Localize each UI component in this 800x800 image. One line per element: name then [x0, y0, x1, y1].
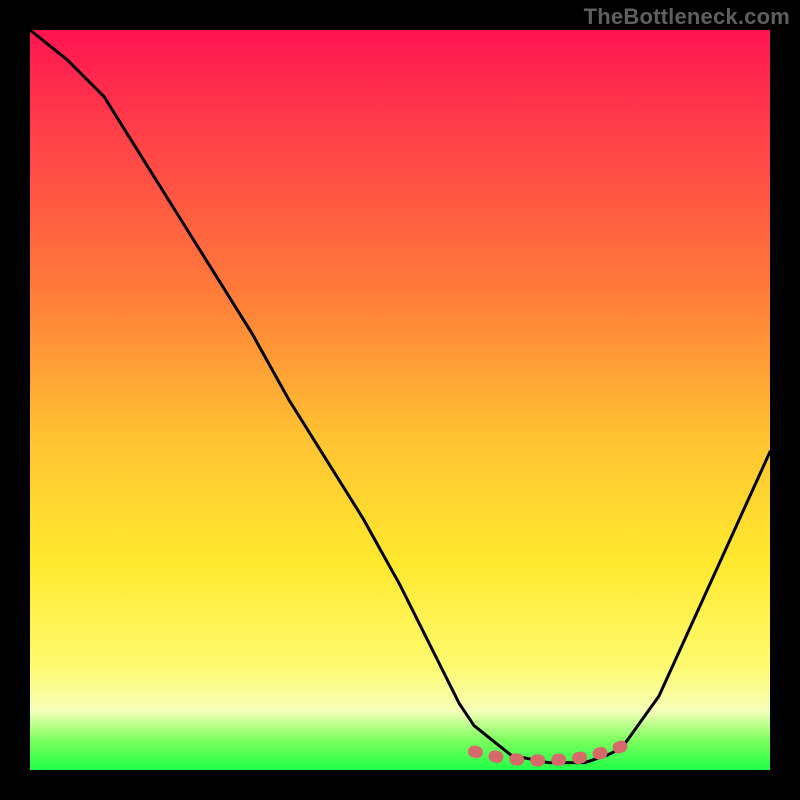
- plot-area: [30, 30, 770, 770]
- watermark-text: TheBottleneck.com: [584, 4, 790, 30]
- chart-frame: TheBottleneck.com: [0, 0, 800, 800]
- optimal-marker-band-path: [474, 746, 622, 760]
- bottleneck-curve-path: [30, 30, 770, 763]
- curve-overlay: [30, 30, 770, 770]
